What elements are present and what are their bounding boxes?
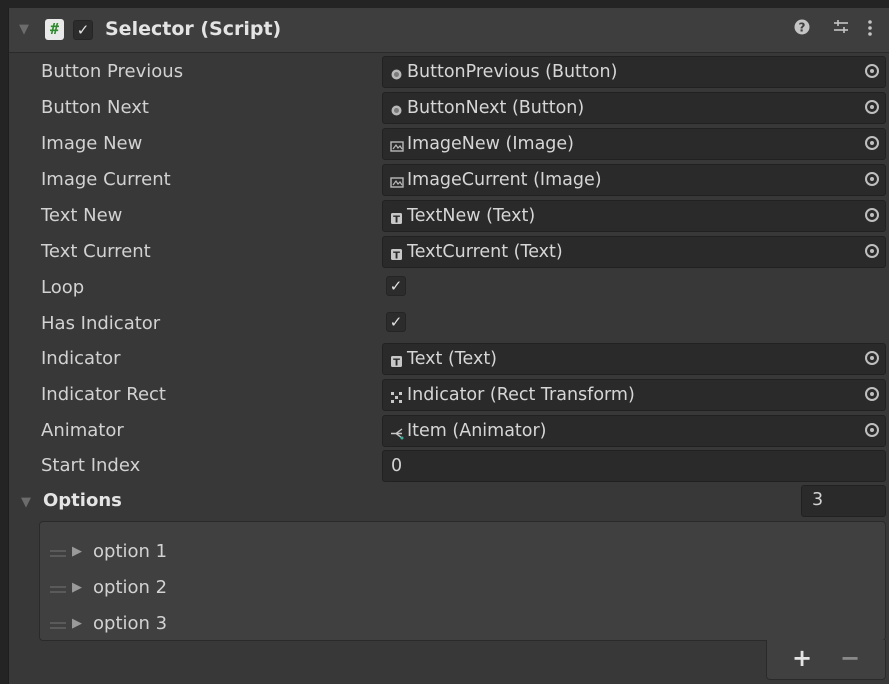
loop-checkbox[interactable]: ✓ <box>386 276 406 296</box>
start-index-input[interactable]: 0 <box>382 450 886 482</box>
image-icon <box>390 137 404 152</box>
field-value: ButtonNext (Button) <box>407 98 585 118</box>
animator-icon <box>390 424 404 440</box>
script-icon: # <box>45 19 64 40</box>
text-current-field[interactable]: T TextCurrent (Text) <box>382 236 886 268</box>
field-value: ImageCurrent (Image) <box>407 170 602 190</box>
kebab-menu-icon[interactable] <box>867 18 873 43</box>
object-picker-icon[interactable] <box>865 172 879 186</box>
expand-arrow-icon[interactable]: ▶ <box>72 616 82 631</box>
object-picker-icon[interactable] <box>865 64 879 78</box>
svg-text:?: ? <box>799 21 806 35</box>
indicator-label: Indicator <box>41 348 121 369</box>
button-icon <box>390 65 403 80</box>
button-previous-field[interactable]: ButtonPrevious (Button) <box>382 56 886 88</box>
inspector-panel: ▼ # ✓ Selector (Script) ? Button Previou… <box>8 8 889 684</box>
list-item[interactable]: ▶ option 3 <box>48 610 868 642</box>
field-label: Image Current <box>41 169 171 190</box>
animator-label: Animator <box>41 420 124 441</box>
start-index-label: Start Index <box>41 455 141 476</box>
object-picker-icon[interactable] <box>865 387 879 401</box>
preset-icon[interactable] <box>832 18 850 41</box>
list-item-label: option 2 <box>93 577 168 598</box>
indicator-rect-field[interactable]: Indicator (Rect Transform) <box>382 379 886 411</box>
loop-label: Loop <box>41 277 85 298</box>
object-picker-icon[interactable] <box>865 208 879 222</box>
options-size-value: 3 <box>812 490 824 510</box>
object-picker-icon[interactable] <box>865 351 879 365</box>
field-value: ImageNew (Image) <box>407 134 575 154</box>
field-value: ButtonPrevious (Button) <box>407 62 618 82</box>
svg-text:T: T <box>393 358 400 369</box>
has-indicator-checkbox[interactable]: ✓ <box>386 312 406 332</box>
remove-item-button[interactable]: − <box>840 644 860 672</box>
indicator-rect-label: Indicator Rect <box>41 384 166 405</box>
image-new-field[interactable]: ImageNew (Image) <box>382 128 886 160</box>
has-indicator-label: Has Indicator <box>41 313 161 334</box>
image-icon <box>390 173 404 188</box>
field-value: Indicator (Rect Transform) <box>407 385 635 405</box>
field-value: TextCurrent (Text) <box>407 242 563 262</box>
field-label: Image New <box>41 133 143 154</box>
list-footer: + − <box>766 640 886 680</box>
options-label[interactable]: Options <box>43 490 122 511</box>
button-icon <box>390 101 403 116</box>
list-item-label: option 1 <box>93 541 168 562</box>
rect-transform-icon <box>390 388 403 403</box>
object-picker-icon[interactable] <box>865 136 879 150</box>
drag-handle-icon[interactable] <box>50 622 66 629</box>
field-label: Button Next <box>41 97 149 118</box>
object-picker-icon[interactable] <box>865 100 879 114</box>
field-label: Text Current <box>41 241 151 262</box>
component-title: Selector (Script) <box>105 18 282 40</box>
button-next-field[interactable]: ButtonNext (Button) <box>382 92 886 124</box>
drag-handle-icon[interactable] <box>50 550 66 557</box>
field-value: Text (Text) <box>407 349 498 369</box>
list-item-label: option 3 <box>93 613 168 634</box>
animator-field[interactable]: Item (Animator) <box>382 415 886 447</box>
text-icon: T <box>390 352 403 369</box>
field-label: Text New <box>41 205 123 226</box>
svg-text:T: T <box>393 215 400 226</box>
image-current-field[interactable]: ImageCurrent (Image) <box>382 164 886 196</box>
text-new-field[interactable]: T TextNew (Text) <box>382 200 886 232</box>
drag-handle-icon[interactable] <box>50 586 66 593</box>
expand-arrow-icon[interactable]: ▶ <box>72 580 82 595</box>
field-label: Button Previous <box>41 61 184 82</box>
component-header[interactable]: ▼ # ✓ Selector (Script) ? <box>9 8 889 53</box>
list-item[interactable]: ▶ option 2 <box>48 574 868 606</box>
add-item-button[interactable]: + <box>792 644 812 672</box>
options-foldout-arrow-icon[interactable]: ▼ <box>21 495 31 510</box>
field-value: Item (Animator) <box>407 421 547 441</box>
object-picker-icon[interactable] <box>865 244 879 258</box>
help-icon[interactable]: ? <box>794 19 810 40</box>
text-icon: T <box>390 245 403 262</box>
foldout-arrow-icon[interactable]: ▼ <box>19 22 29 37</box>
component-enabled-checkbox[interactable]: ✓ <box>73 20 93 40</box>
object-picker-icon[interactable] <box>865 423 879 437</box>
list-item[interactable]: ▶ option 1 <box>48 538 868 570</box>
svg-text:T: T <box>393 251 400 262</box>
field-value: TextNew (Text) <box>407 206 536 226</box>
start-index-value: 0 <box>391 456 403 476</box>
indicator-field[interactable]: T Text (Text) <box>382 343 886 375</box>
text-icon: T <box>390 209 403 226</box>
options-list: ▶ option 1 ▶ option 2 ▶ option 3 <box>39 521 886 641</box>
expand-arrow-icon[interactable]: ▶ <box>72 544 82 559</box>
options-size-input[interactable]: 3 <box>801 485 886 517</box>
